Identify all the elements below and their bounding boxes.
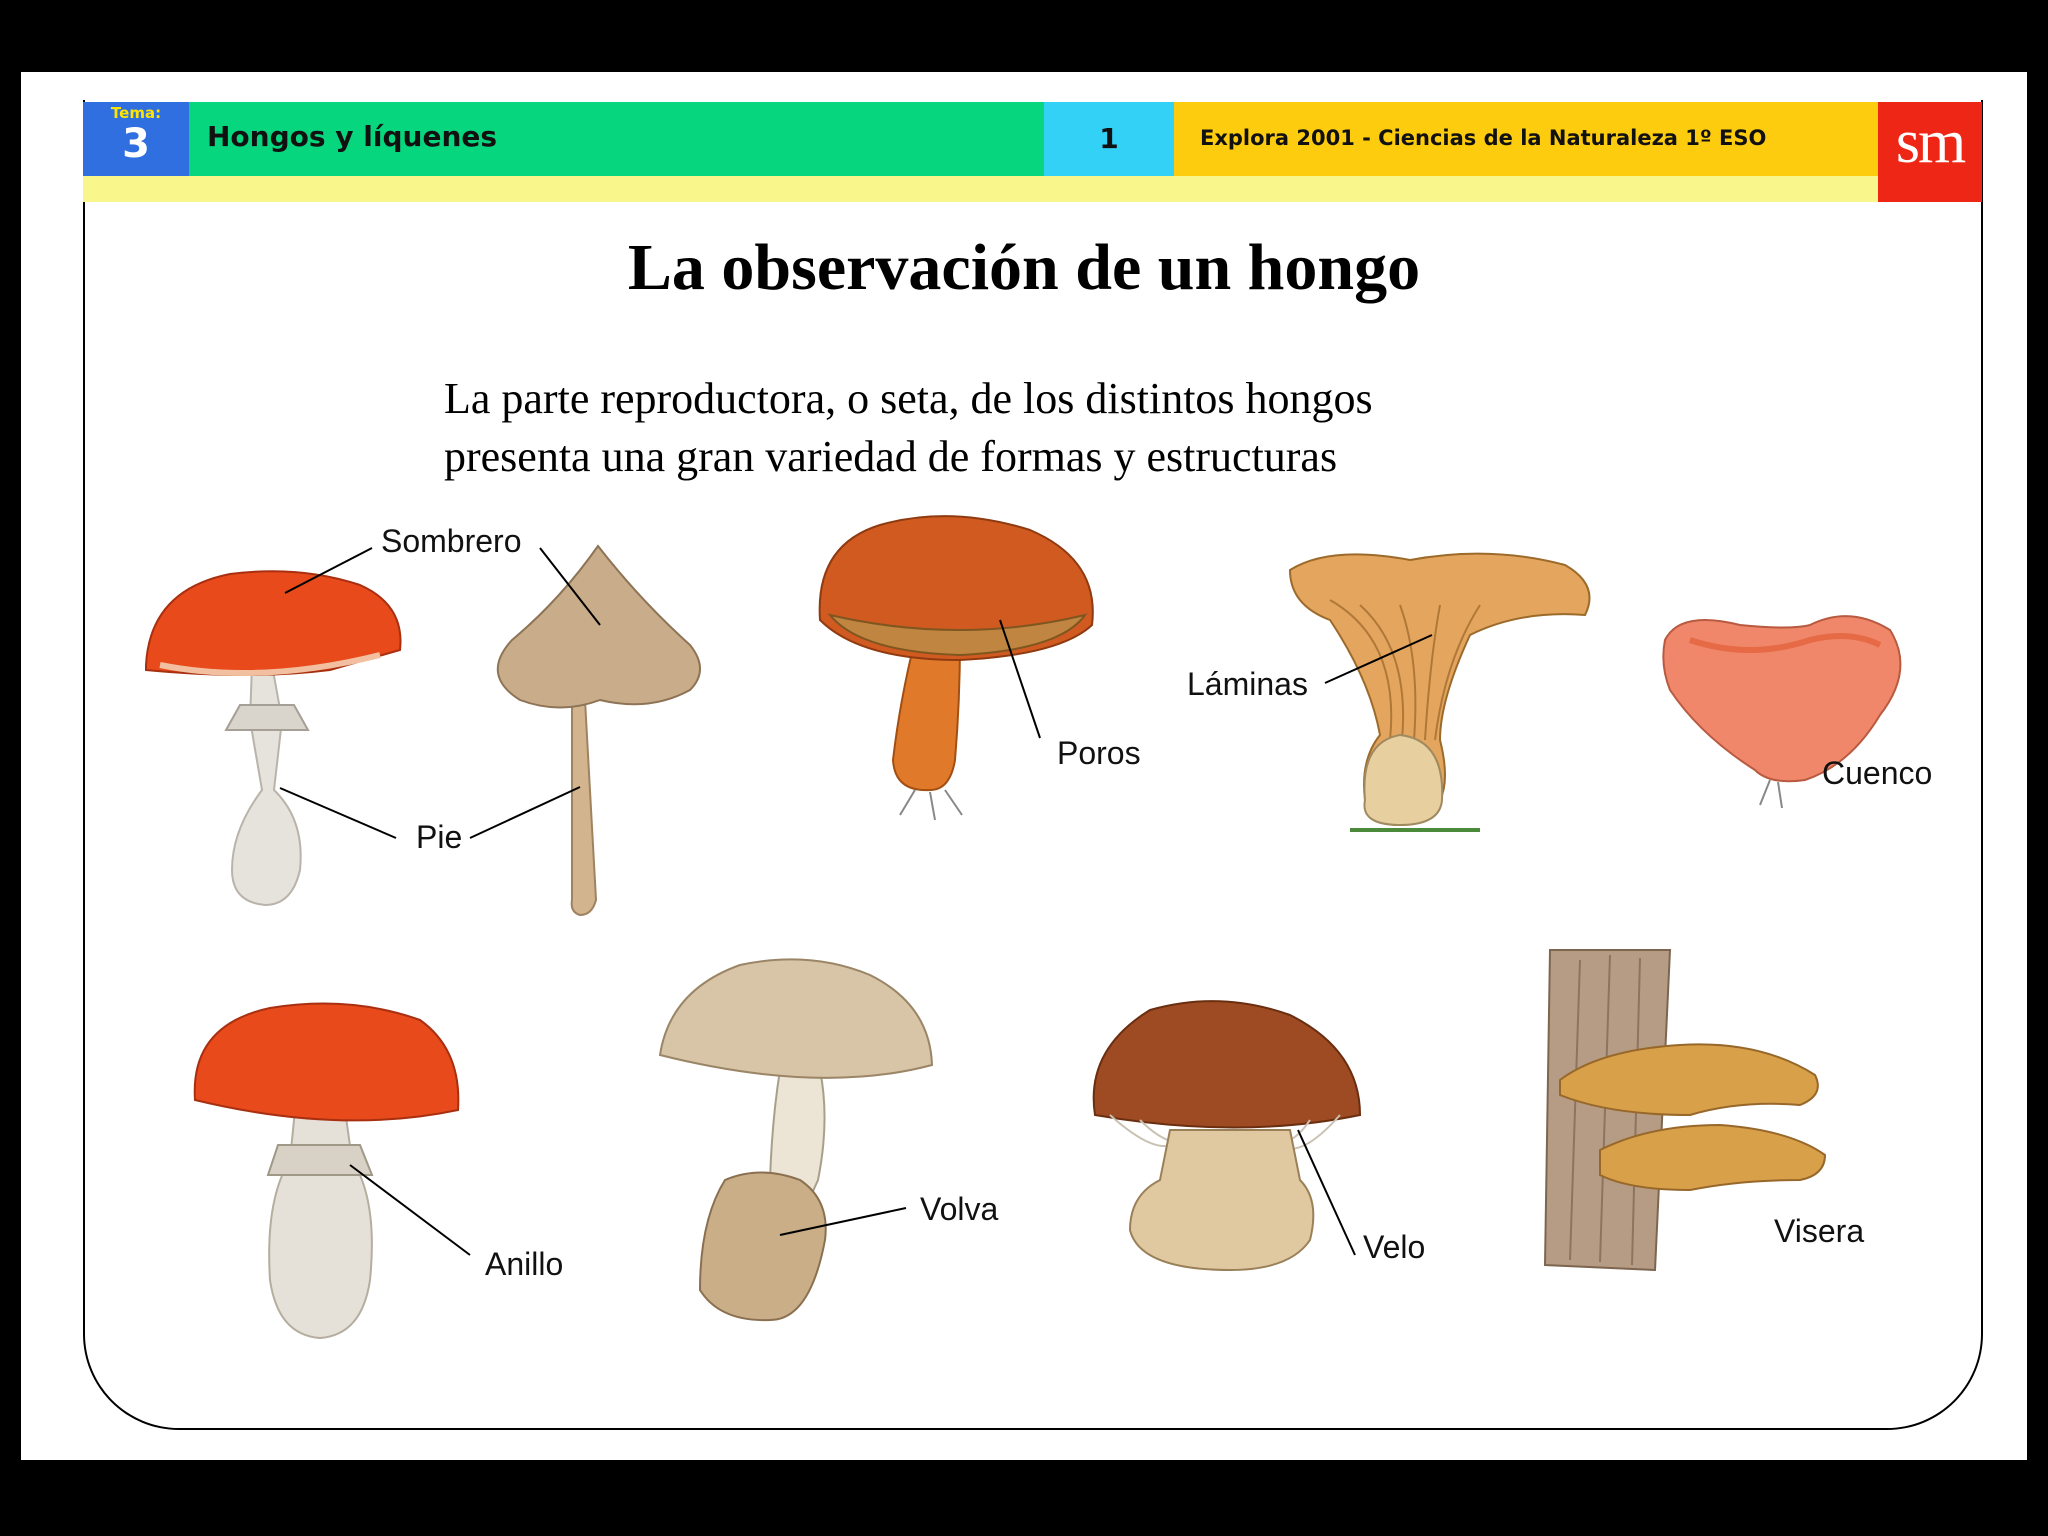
volva-mushroom-illustration (658, 958, 934, 1322)
label-laminas: Láminas (1187, 666, 1308, 702)
funnel-mushroom-illustration (1288, 552, 1591, 832)
veil-mushroom-illustration (1092, 1000, 1362, 1272)
label-velo: Velo (1363, 1229, 1425, 1265)
mushroom-illustrations: Sombrero Pie Poros Láminas Cuenco Anillo… (145, 515, 1932, 1340)
label-volva: Volva (920, 1191, 998, 1227)
conical-mushroom-illustration (496, 544, 701, 917)
label-visera: Visera (1774, 1213, 1864, 1249)
label-anillo: Anillo (485, 1246, 563, 1282)
bolete-mushroom-illustration (818, 515, 1094, 821)
ring-mushroom-illustration (193, 1002, 460, 1340)
label-pie: Pie (416, 819, 462, 855)
label-cuenco: Cuenco (1822, 755, 1932, 791)
label-poros: Poros (1057, 735, 1141, 771)
amanita-mushroom-illustration (145, 570, 402, 907)
label-sombrero: Sombrero (381, 523, 522, 559)
